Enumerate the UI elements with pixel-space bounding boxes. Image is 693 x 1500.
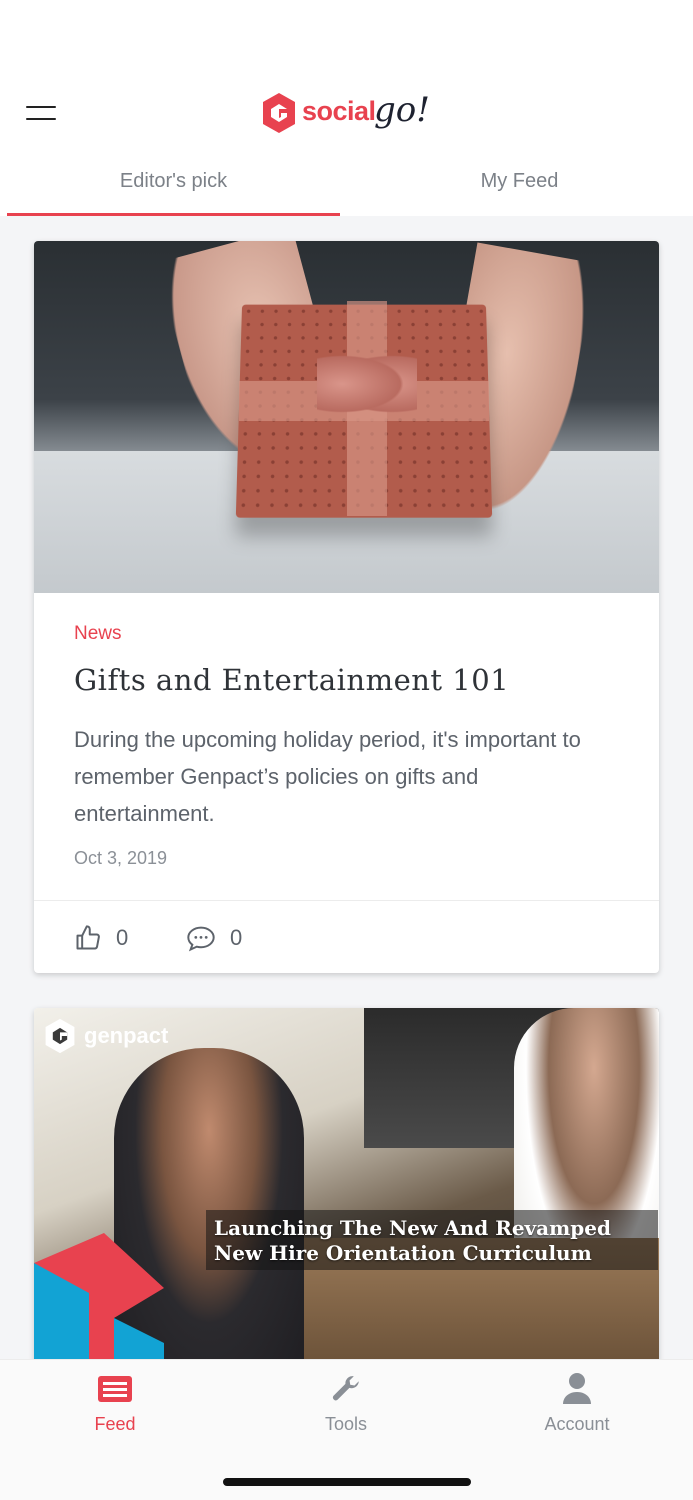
article-image bbox=[34, 241, 659, 593]
like-button[interactable]: 0 bbox=[74, 923, 128, 953]
feed-tabs: Editor's pick My Feed bbox=[0, 150, 693, 216]
like-count: 0 bbox=[116, 925, 129, 950]
feed-card[interactable]: Launching The New And Revamped New Hire … bbox=[34, 1008, 659, 1368]
logo-word: social bbox=[302, 96, 376, 126]
genpact-graphic-icon bbox=[34, 1233, 164, 1368]
article-image-title: Launching The New And Revamped New Hire … bbox=[214, 1216, 611, 1265]
article-title[interactable]: Gifts and Entertainment 101 bbox=[74, 663, 634, 697]
article-date: Oct 3, 2019 bbox=[74, 848, 168, 868]
comment-icon bbox=[187, 926, 215, 952]
nav-feed-label: Feed bbox=[94, 1414, 136, 1434]
nav-tools[interactable]: Tools bbox=[266, 1372, 426, 1435]
user-icon bbox=[563, 1373, 591, 1404]
app-header: social go! Editor's pick My Feed bbox=[0, 0, 693, 216]
menu-icon[interactable] bbox=[26, 103, 56, 123]
article-category[interactable]: News bbox=[74, 623, 122, 645]
logo-go: go! bbox=[374, 90, 430, 130]
comment-count: 0 bbox=[230, 925, 243, 950]
comment-button[interactable]: 0 bbox=[186, 923, 242, 953]
tab-editors-pick[interactable]: Editor's pick bbox=[7, 150, 340, 216]
article-excerpt: During the upcoming holiday period, it's… bbox=[74, 727, 581, 826]
card-divider bbox=[34, 900, 659, 901]
logo-hex-icon bbox=[263, 93, 295, 133]
genpact-logo-icon bbox=[45, 1018, 75, 1054]
nav-tools-label: Tools bbox=[324, 1414, 368, 1434]
thumbs-up-icon bbox=[76, 925, 100, 950]
nav-feed[interactable]: Feed bbox=[35, 1372, 195, 1435]
wrench-icon bbox=[332, 1376, 359, 1401]
article-image: Launching The New And Revamped New Hire … bbox=[34, 1008, 659, 1368]
nav-account[interactable]: Account bbox=[497, 1372, 657, 1435]
genpact-logo: genpact bbox=[44, 1018, 168, 1054]
tab-my-feed[interactable]: My Feed bbox=[353, 150, 686, 216]
home-indicator[interactable] bbox=[223, 1478, 471, 1486]
nav-account-label: Account bbox=[544, 1414, 610, 1434]
feed-card[interactable]: News Gifts and Entertainment 101 During … bbox=[34, 241, 659, 973]
app-logo: social go! bbox=[262, 88, 437, 144]
feed-icon bbox=[98, 1376, 132, 1402]
